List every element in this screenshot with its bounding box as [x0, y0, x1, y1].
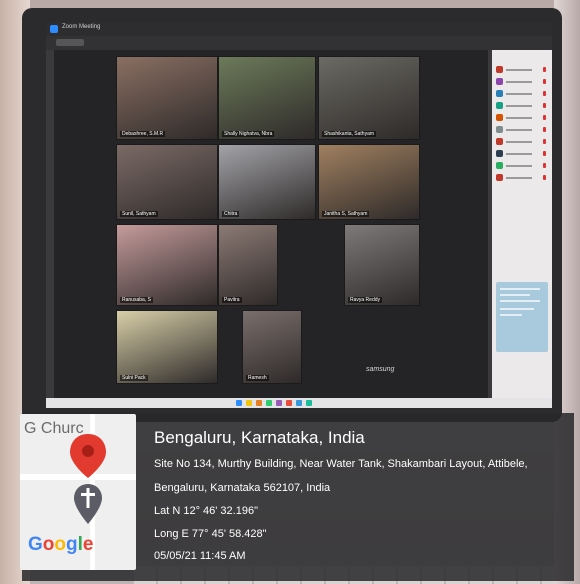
tile-participant-name: Chitra: [222, 211, 240, 217]
avatar: [496, 66, 503, 73]
taskbar-app-icon[interactable]: [306, 400, 312, 406]
participant-name-bar: [506, 117, 532, 119]
mic-muted-icon: [543, 79, 546, 84]
video-tile[interactable]: Ramesh: [242, 310, 302, 384]
location-title: Bengaluru, Karnataka, India: [154, 428, 365, 447]
participant-name-bar: [506, 165, 532, 167]
video-tile[interactable]: Shally Nighatva, Nbra: [218, 56, 316, 140]
participant-row[interactable]: [496, 126, 548, 134]
video-tile[interactable]: Janitha S, Sathyam: [318, 144, 420, 220]
participant-name-bar: [506, 129, 532, 131]
tile-participant-name: Shashikanta, Sathyam: [322, 131, 377, 137]
address-line-1: Site No 134, Murthy Building, Near Water…: [154, 458, 528, 470]
video-tile[interactable]: Shashikanta, Sathyam: [318, 56, 420, 140]
mic-muted-icon: [543, 175, 546, 180]
mic-muted-icon: [543, 91, 546, 96]
participant-name-bar: [506, 141, 532, 143]
mic-muted-icon: [543, 67, 546, 72]
tile-participant-name: Sunil, Sathyam: [120, 211, 158, 217]
avatar: [496, 90, 503, 97]
tile-participant-name: Ravya Reddy: [348, 297, 383, 303]
participant-name-bar: [506, 69, 532, 71]
avatar: [496, 150, 503, 157]
longitude-text: Long E 77° 45' 58.428": [154, 528, 267, 540]
participant-name-bar: [506, 153, 532, 155]
tile-participant-name: Pavitra: [222, 297, 242, 303]
laptop-screen: Zoom Meeting Debashree, S.M.R Shally Nigh…: [46, 22, 552, 404]
video-tile[interactable]: Sulni Pack: [116, 310, 218, 384]
tile-participant-name: Shally Nighatva, Nbra: [222, 131, 275, 137]
participant-name-bar: [506, 105, 532, 107]
avatar: [496, 114, 503, 121]
device-label: samsung: [366, 366, 395, 373]
mic-muted-icon: [543, 127, 546, 132]
participant-name-bar: [506, 93, 532, 95]
window-title: Zoom Meeting: [62, 24, 101, 30]
avatar: [496, 102, 503, 109]
avatar: [496, 174, 503, 181]
tile-participant-name: Janitha S, Sathyam: [322, 211, 370, 217]
google-logo: Google: [28, 534, 94, 555]
view-button[interactable]: [56, 39, 84, 46]
window-titlebar: Zoom Meeting: [46, 22, 552, 36]
video-tile[interactable]: Debashree, S.M.R: [116, 56, 218, 140]
participant-row[interactable]: [496, 138, 548, 146]
participant-row[interactable]: [496, 78, 548, 86]
participant-row[interactable]: [496, 174, 548, 182]
participant-name-bar: [506, 81, 532, 83]
participant-row[interactable]: [496, 102, 548, 110]
chat-line: [500, 308, 534, 310]
mic-muted-icon: [543, 163, 546, 168]
video-tile[interactable]: Sunil, Sathyam: [116, 144, 218, 220]
datetime-text: 05/05/21 11:45 AM: [154, 550, 246, 562]
chat-line: [500, 314, 522, 316]
map-thumbnail: G Churc Google: [20, 414, 136, 570]
avatar: [496, 162, 503, 169]
participant-row[interactable]: [496, 66, 548, 74]
tile-participant-name: Ranusaba, S: [120, 297, 153, 303]
video-tile[interactable]: Chitra: [218, 144, 316, 220]
taskbar-app-icon[interactable]: [246, 400, 252, 406]
windows-taskbar: [46, 398, 552, 408]
chat-box[interactable]: [496, 282, 548, 352]
participants-panel: [492, 50, 552, 398]
participant-name-bar: [506, 177, 532, 179]
mic-muted-icon: [543, 115, 546, 120]
chat-line: [500, 288, 540, 290]
tile-participant-name: Debashree, S.M.R: [120, 131, 166, 137]
participant-row[interactable]: [496, 90, 548, 98]
participant-row[interactable]: [496, 162, 548, 170]
participant-row[interactable]: [496, 150, 548, 158]
map-pin-icon: [70, 434, 106, 524]
tile-participant-name: Ramesh: [246, 375, 269, 381]
meeting-toolbar: [46, 36, 552, 50]
taskbar-app-icon[interactable]: [276, 400, 282, 406]
mic-muted-icon: [543, 151, 546, 156]
mic-muted-icon: [543, 103, 546, 108]
taskbar-app-icon[interactable]: [236, 400, 242, 406]
participant-row[interactable]: [496, 114, 548, 122]
taskbar-app-icon[interactable]: [256, 400, 262, 406]
video-gallery: Debashree, S.M.R Shally Nighatva, Nbra Sha…: [54, 50, 488, 398]
zoom-app-icon: [50, 25, 58, 33]
avatar: [496, 78, 503, 85]
latitude-text: Lat N 12° 46' 32.196": [154, 505, 258, 517]
address-line-2: Bengaluru, Karnataka 562107, India: [154, 482, 331, 494]
mic-muted-icon: [543, 139, 546, 144]
video-tile[interactable]: Pavitra: [218, 224, 278, 306]
video-tile[interactable]: Ranusaba, S: [116, 224, 218, 306]
taskbar-app-icon[interactable]: [266, 400, 272, 406]
tile-participant-name: Sulni Pack: [120, 375, 148, 381]
video-tile[interactable]: Ravya Reddy: [344, 224, 420, 306]
chat-line: [500, 294, 530, 296]
avatar: [496, 126, 503, 133]
taskbar-app-icon[interactable]: [286, 400, 292, 406]
taskbar-app-icon[interactable]: [296, 400, 302, 406]
avatar: [496, 138, 503, 145]
chat-line: [500, 300, 540, 302]
